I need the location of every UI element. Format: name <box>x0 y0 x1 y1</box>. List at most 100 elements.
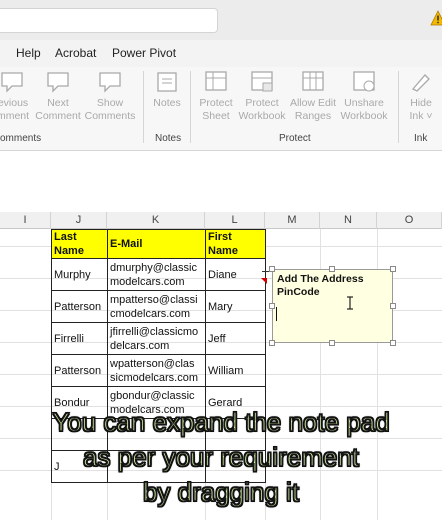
cell-email[interactable]: dmurphy@classic modelcars.com <box>107 258 206 291</box>
protect-sheet-button[interactable]: Protect Sheet <box>195 69 237 123</box>
note-text-line-2: PinCode <box>277 286 320 298</box>
hide-ink-button[interactable]: Hide Ink ˅ <box>402 69 440 123</box>
next-comment-button[interactable]: Next Comment <box>34 69 82 123</box>
cell-first-name[interactable]: William <box>205 354 266 387</box>
protect-sheet-label-2: Sheet <box>202 110 230 122</box>
table-row: Murphy dmurphy@classic modelcars.com Dian… <box>51 258 266 291</box>
previous-comment-label-2: mment <box>0 110 30 122</box>
tab-acrobat[interactable]: Acrobat <box>55 46 96 60</box>
resize-handle-top-right[interactable] <box>390 266 396 272</box>
email-line-2: delcars.com <box>110 339 170 352</box>
tab-power-pivot[interactable]: Power Pivot <box>112 46 176 60</box>
hide-ink-label-1: Hide <box>410 97 432 109</box>
search-box[interactable] <box>0 8 218 33</box>
ribbon-tabs: Help Acrobat Power Pivot <box>0 40 442 67</box>
header-last-name[interactable]: Last Name <box>51 229 108 259</box>
email-line-1: gbondur@classic <box>110 389 195 402</box>
table-header-row: Last Name E-Mail First Name <box>51 229 266 259</box>
text-caret <box>276 307 277 321</box>
table-row: Firrelli jfirrelli@classicmo delcars.com … <box>51 322 266 355</box>
previous-comment-button[interactable]: evious mment <box>0 69 32 123</box>
unshare-workbook-button[interactable]: Unshare Workbook <box>338 69 390 123</box>
header-first-name[interactable]: First Name <box>205 229 266 259</box>
warning-icon[interactable] <box>430 10 442 26</box>
cell-last-name[interactable]: Patterson <box>51 290 108 323</box>
protect-group-label: Protect <box>279 133 311 144</box>
cell-first-name[interactable]: Diane <box>205 258 266 291</box>
email-line-1: mpatterso@classi <box>110 293 198 306</box>
next-comment-label-2: Comment <box>35 110 81 122</box>
show-comments-icon <box>99 72 121 93</box>
allow-edit-ranges-button[interactable]: Allow Edit Ranges <box>288 69 338 123</box>
note-indicator[interactable] <box>261 278 267 284</box>
email-line-2: modelcars.com <box>110 275 185 288</box>
cell-email[interactable]: wpatterson@clas sicmodelcars.com <box>107 354 206 387</box>
cell-last-name[interactable]: Murphy <box>51 258 108 291</box>
resize-handle-bottom-right[interactable] <box>390 340 396 346</box>
ribbon-separator <box>398 71 399 143</box>
ribbon-separator <box>190 71 191 143</box>
note-text-line-1: Add The Address <box>277 273 364 285</box>
ribbon: evious mment Next Comment Show Comments … <box>0 67 442 151</box>
cell-email[interactable]: mpatterso@classi cmodelcars.com <box>107 290 206 323</box>
cell-last-name[interactable]: Firrelli <box>51 322 108 355</box>
email-line-2: cmodelcars.com <box>110 307 191 320</box>
resize-handle-bottom[interactable] <box>329 340 335 346</box>
ibeam-cursor-icon <box>347 296 353 310</box>
email-line-2: sicmodelcars.com <box>110 371 199 384</box>
column-headers: I J K L M N O <box>0 212 442 229</box>
hide-ink-label-2: Ink ˅ <box>409 110 433 122</box>
email-line-1: dmurphy@classic <box>110 261 197 274</box>
protect-workbook-label-1: Protect <box>245 97 279 109</box>
protect-sheet-label-1: Protect <box>199 97 233 109</box>
video-caption: You can expand the note pad as per your … <box>0 405 442 510</box>
caption-line-2: as per your requirement <box>82 441 360 473</box>
cell-first-name[interactable]: Mary <box>205 290 266 323</box>
notes-icon <box>157 72 177 92</box>
protect-sheet-icon <box>205 71 227 91</box>
header-email[interactable]: E-Mail <box>107 229 206 259</box>
next-comment-label-1: Next <box>47 97 69 109</box>
email-line-1: jfirrelli@classicmo <box>110 325 199 338</box>
unshare-workbook-label-2: Workbook <box>340 110 388 122</box>
previous-comment-icon <box>1 72 23 93</box>
ink-group-label: Ink <box>414 133 428 144</box>
next-comment-icon <box>47 72 69 93</box>
resize-handle-right[interactable] <box>390 303 396 309</box>
comments-group-label: omments <box>0 133 42 144</box>
formula-area <box>0 152 442 212</box>
column-header-m[interactable]: M <box>265 212 320 229</box>
cell-email[interactable]: jfirrelli@classicmo delcars.com <box>107 322 206 355</box>
allow-edit-ranges-icon <box>302 71 324 91</box>
notes-button[interactable]: Notes <box>148 69 186 110</box>
cell-first-name[interactable]: Jeff <box>205 322 266 355</box>
tab-help[interactable]: Help <box>16 46 41 60</box>
cell-last-name[interactable]: Patterson <box>51 354 108 387</box>
column-header-n[interactable]: N <box>320 212 377 229</box>
column-header-o[interactable]: O <box>377 212 442 229</box>
caption-line-3: by dragging it <box>142 476 300 508</box>
protect-workbook-label-2: Workbook <box>238 110 286 122</box>
resize-handle-top-left[interactable] <box>269 266 275 272</box>
email-line-1: wpatterson@clas <box>110 357 195 370</box>
resize-handle-bottom-left[interactable] <box>269 340 275 346</box>
resize-handle-top[interactable] <box>329 266 335 272</box>
caption-line-1: You can expand the note pad <box>52 406 391 438</box>
notes-label: Notes <box>153 97 181 109</box>
column-header-j[interactable]: J <box>51 212 107 229</box>
unshare-workbook-icon <box>353 71 375 92</box>
column-header-l[interactable]: L <box>205 212 265 229</box>
table-row: Patterson wpatterson@clas sicmodelcars.co… <box>51 354 266 387</box>
protect-workbook-button[interactable]: Protect Workbook <box>237 69 287 123</box>
previous-comment-label-1: evious <box>0 97 29 109</box>
show-comments-button[interactable]: Show Comments <box>84 69 136 123</box>
show-comments-label-2: Comments <box>84 110 136 122</box>
table-row: Patterson mpatterso@classi cmodelcars.com… <box>51 290 266 323</box>
resize-handle-left[interactable] <box>269 303 275 309</box>
column-header-i[interactable]: I <box>0 212 51 229</box>
note-box[interactable]: Add The Address PinCode <box>272 269 393 343</box>
column-header-k[interactable]: K <box>107 212 205 229</box>
allow-edit-ranges-label-2: Ranges <box>294 110 332 122</box>
hide-ink-icon <box>411 74 430 92</box>
title-bar <box>0 0 442 40</box>
